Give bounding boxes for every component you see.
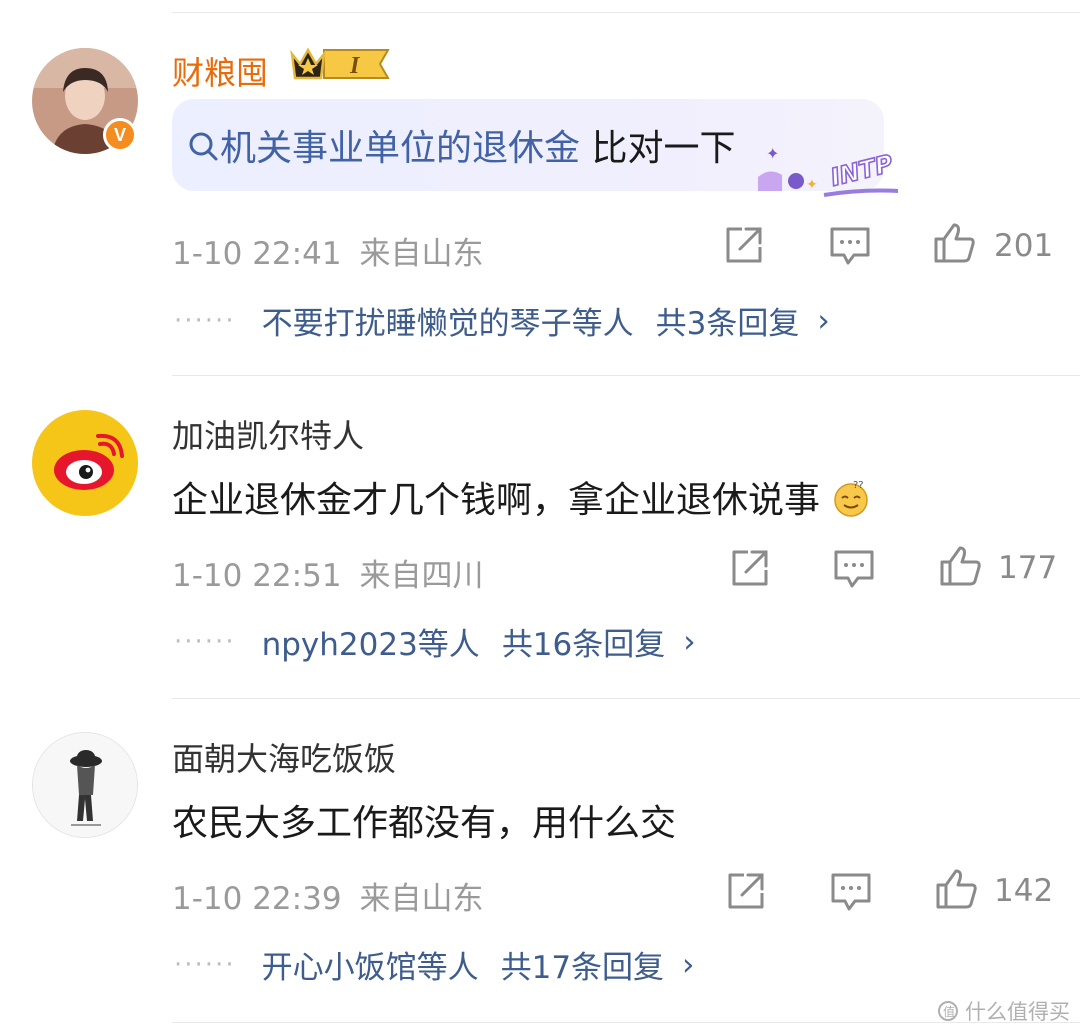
svg-text:✦: ✦ — [806, 177, 818, 193]
comment-meta: 1-10 22:39 来自山东 — [172, 873, 484, 918]
badge-level-text: I — [349, 53, 361, 79]
comment-location: 来自山东 — [359, 236, 484, 272]
comment-item: 加油凯尔特人 企业退休金才几个钱啊，拿企业退休说事 ?? 1-10 22:51 来… — [0, 375, 1080, 697]
chevron-right-icon: › — [683, 623, 696, 660]
sticker-text: INTP — [828, 149, 896, 192]
verified-badge-icon: V — [103, 118, 137, 152]
comment-location: 来自山东 — [359, 881, 484, 917]
chevron-right-icon: › — [682, 946, 695, 983]
comment-meta: 1-10 22:41 来自山东 — [172, 228, 484, 273]
search-topic-link[interactable]: 机关事业单位的退休金 比对一下 — [186, 119, 735, 171]
chevron-right-icon: › — [817, 302, 830, 339]
dizzy-emoji-icon: ?? — [834, 480, 869, 517]
like-icon[interactable] — [932, 221, 976, 265]
share-icon[interactable] — [722, 223, 766, 267]
avatar[interactable] — [32, 410, 138, 516]
like-count: 201 — [994, 228, 1054, 264]
reply-summary[interactable]: ······ npyh2023等人 共16条回复 › — [174, 619, 696, 664]
comment-icon[interactable] — [829, 869, 873, 913]
reply-dots: ······ — [174, 305, 236, 336]
watermark-text: 什么值得买 — [965, 1000, 1070, 1024]
intp-sticker-icon: ✦ ✦ INTP — [758, 144, 899, 197]
smzdm-logo-icon: 值 — [938, 1001, 958, 1021]
comment-location: 来自四川 — [359, 558, 484, 594]
reply-users: 开心小饭馆等人 — [261, 950, 479, 986]
share-icon[interactable] — [728, 546, 772, 590]
reply-users: 不要打扰睡懒觉的琴子等人 — [261, 306, 634, 342]
comment-time: 1-10 22:41 — [172, 236, 342, 272]
reply-dots: ······ — [174, 626, 236, 657]
reply-users: npyh2023等人 — [261, 627, 480, 663]
comment-time: 1-10 22:39 — [172, 881, 342, 917]
comment-list: V 财粮囤 I 机关事业单位的退休金 比对一下 ✦ ✦ INTP 1-10 22… — [0, 0, 1080, 1031]
search-topic-pill: 机关事业单位的退休金 比对一下 ✦ ✦ INTP — [172, 99, 899, 197]
search-icon — [189, 132, 218, 161]
svg-text:??: ?? — [853, 480, 864, 491]
like-count: 177 — [998, 550, 1058, 586]
comment-text: 企业退休金才几个钱啊，拿企业退休说事 ?? — [172, 471, 871, 523]
like-count: 142 — [994, 873, 1054, 909]
watermark: 值 什么值得买 — [937, 996, 1070, 1026]
comment-item: 面朝大海吃饭饭 农民大多工作都没有，用什么交 1-10 22:39 来自山东 14… — [0, 698, 1080, 1020]
comment-meta: 1-10 22:51 来自四川 — [172, 550, 484, 595]
svg-text:值: 值 — [943, 1004, 955, 1019]
reply-summary[interactable]: ······ 不要打扰睡懒觉的琴子等人 共3条回复 › — [174, 298, 830, 343]
svg-text:✦: ✦ — [766, 144, 779, 163]
reply-total: 共17条回复 — [500, 950, 665, 986]
like-icon[interactable] — [934, 867, 978, 911]
username[interactable]: 加油凯尔特人 — [172, 411, 364, 457]
reply-total: 共3条回复 — [655, 306, 800, 342]
like-icon[interactable] — [938, 544, 982, 588]
reply-total: 共16条回复 — [501, 627, 666, 663]
reply-summary[interactable]: ······ 开心小饭馆等人 共17条回复 › — [174, 942, 694, 987]
comment-item: V 财粮囤 I 机关事业单位的退休金 比对一下 ✦ ✦ INTP 1-10 22… — [0, 0, 1080, 342]
comment-time: 1-10 22:51 — [172, 558, 342, 594]
comment-icon[interactable] — [828, 223, 872, 267]
member-crown-badge-icon: I — [288, 42, 392, 86]
username[interactable]: 面朝大海吃饭饭 — [172, 734, 396, 780]
comment-icon[interactable] — [832, 546, 876, 590]
comment-text: 农民大多工作都没有，用什么交 — [172, 803, 677, 844]
username[interactable]: 财粮囤 — [172, 48, 268, 94]
reply-dots: ······ — [174, 949, 236, 980]
avatar[interactable] — [32, 732, 138, 838]
comment-text: 比对一下 — [580, 128, 736, 169]
search-topic-text: 机关事业单位的退休金 — [220, 128, 581, 169]
share-icon[interactable] — [724, 869, 768, 913]
